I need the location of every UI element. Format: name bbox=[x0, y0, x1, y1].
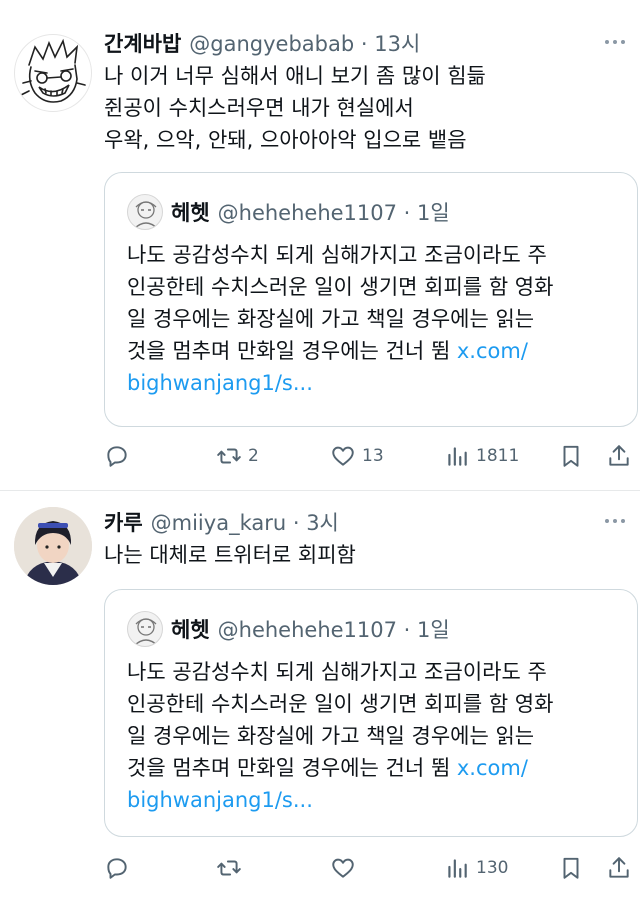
quoted-author-handle-time: @hehehehe1107 · 1일 bbox=[217, 201, 450, 225]
tweet-header: 간계바밥 @gangyebabab · 13시 bbox=[104, 28, 420, 58]
tweet[interactable]: 카루 @miiya_karu · 3시 나는 대체로 트위터로 회피함 헤헷 @… bbox=[0, 491, 640, 901]
quoted-text-line: 것을 멈추며 만화일 경우에는 건너 뜀 x.com/ bbox=[127, 339, 528, 363]
quoted-tweet[interactable]: 헤헷 @hehehehe1107 · 1일 나도 공감성수치 되게 심해가지고 … bbox=[104, 172, 638, 427]
retweet-icon bbox=[217, 860, 241, 876]
author-handle-time[interactable]: @gangyebabab · 13시 bbox=[189, 28, 420, 58]
tweet-actions: 2 13 1811 bbox=[104, 436, 640, 476]
tweet[interactable]: 간계바밥 @gangyebabab · 13시 나 이거 너무 심해서 애니 보… bbox=[0, 0, 640, 490]
author-name[interactable]: 카루 bbox=[104, 507, 143, 537]
tweet-actions: 130 bbox=[104, 848, 640, 888]
views-count: 1811 bbox=[476, 446, 520, 466]
avatar-photo-image bbox=[14, 507, 92, 585]
tweet-text-line: 나는 대체로 트위터로 회피함 bbox=[104, 543, 356, 567]
quoted-text-line: 나도 공감성수치 되게 심해가지고 조금이라도 주 bbox=[127, 243, 547, 267]
quoted-tweet[interactable]: 헤헷 @hehehehe1107 · 1일 나도 공감성수치 되게 심해가지고 … bbox=[104, 589, 638, 837]
quoted-text-line: 것을 멈추며 만화일 경우에는 건너 뜀 x.com/ bbox=[127, 756, 528, 780]
bookmark-button[interactable] bbox=[558, 848, 584, 888]
quoted-author-name: 헤헷 bbox=[171, 201, 210, 225]
share-icon bbox=[609, 445, 629, 466]
retweet-button[interactable] bbox=[216, 848, 242, 888]
bookmark-icon bbox=[563, 445, 579, 467]
avatar[interactable] bbox=[14, 34, 92, 112]
quoted-tweet-header: 헤헷 @hehehehe1107 · 1일 bbox=[127, 193, 450, 231]
quoted-text-line: 일 경우에는 화장실에 가고 책일 경우에는 읽는 bbox=[127, 724, 535, 748]
quoted-avatar bbox=[127, 194, 163, 230]
quoted-text-line: 나도 공감성수치 되게 심해가지고 조금이라도 주 bbox=[127, 660, 547, 684]
author-name[interactable]: 간계바밥 bbox=[104, 28, 181, 58]
views-button[interactable]: 130 bbox=[444, 848, 508, 888]
quoted-text-line: 일 경우에는 화장실에 가고 책일 경우에는 읽는 bbox=[127, 307, 535, 331]
quoted-text-line: 인공한테 수치스러운 일이 생기면 회피를 함 영화 bbox=[127, 692, 554, 716]
share-button[interactable] bbox=[606, 848, 632, 888]
tweet-text-line: 나 이거 너무 심해서 애니 보기 좀 많이 힘듦 bbox=[104, 64, 486, 88]
tweet-text: 나는 대체로 트위터로 회피함 bbox=[104, 539, 624, 571]
tweet-text-line: 우왁, 으악, 안돼, 으아아아악 입으로 뱉음 bbox=[104, 128, 467, 152]
more-icon[interactable] bbox=[598, 509, 632, 533]
tweet-header: 카루 @miiya_karu · 3시 bbox=[104, 507, 339, 537]
quoted-avatar bbox=[127, 611, 163, 647]
quoted-tweet-header: 헤헷 @hehehehe1107 · 1일 bbox=[127, 610, 450, 648]
reply-icon bbox=[107, 446, 127, 467]
quoted-author-name: 헤헷 bbox=[171, 618, 210, 642]
reply-button[interactable] bbox=[104, 436, 130, 476]
quoted-tweet-text: 나도 공감성수치 되게 심해가지고 조금이라도 주 인공한테 수치스러운 일이 … bbox=[127, 239, 627, 399]
views-icon bbox=[448, 859, 467, 878]
like-count: 13 bbox=[362, 446, 384, 466]
tweet-text-line: 쥔공이 수치스러우면 내가 현실에서 bbox=[104, 96, 414, 120]
bookmark-icon bbox=[563, 857, 579, 879]
author-handle-time[interactable]: @miiya_karu · 3시 bbox=[151, 507, 339, 537]
retweet-icon bbox=[217, 448, 241, 464]
bookmark-button[interactable] bbox=[558, 436, 584, 476]
share-icon bbox=[609, 857, 629, 878]
quoted-text-line: 인공한테 수치스러운 일이 생기면 회피를 함 영화 bbox=[127, 275, 554, 299]
like-button[interactable] bbox=[330, 848, 356, 888]
more-icon[interactable] bbox=[598, 30, 632, 54]
quoted-author-handle-time: @hehehehe1107 · 1일 bbox=[217, 618, 450, 642]
views-icon bbox=[448, 447, 467, 466]
like-button[interactable]: 13 bbox=[330, 436, 384, 476]
share-button[interactable] bbox=[606, 436, 632, 476]
tweet-text: 나 이거 너무 심해서 애니 보기 좀 많이 힘듦 쥔공이 수치스러우면 내가 … bbox=[104, 60, 624, 156]
retweet-button[interactable]: 2 bbox=[216, 436, 259, 476]
reply-icon bbox=[107, 858, 127, 879]
avatar[interactable] bbox=[14, 507, 92, 585]
quoted-link-continued[interactable]: bighwanjang1/s... bbox=[127, 367, 627, 399]
views-count: 130 bbox=[476, 858, 509, 878]
quoted-link[interactable]: x.com/ bbox=[457, 756, 528, 780]
like-icon bbox=[332, 446, 354, 466]
quoted-link-continued[interactable]: bighwanjang1/s... bbox=[127, 784, 627, 816]
like-icon bbox=[332, 858, 354, 878]
retweet-count: 2 bbox=[248, 446, 259, 466]
reply-button[interactable] bbox=[104, 848, 130, 888]
quoted-link[interactable]: x.com/ bbox=[457, 339, 528, 363]
views-button[interactable]: 1811 bbox=[444, 436, 519, 476]
avatar-sketch-image bbox=[20, 38, 86, 103]
quoted-tweet-text: 나도 공감성수치 되게 심해가지고 조금이라도 주 인공한테 수치스러운 일이 … bbox=[127, 656, 627, 816]
